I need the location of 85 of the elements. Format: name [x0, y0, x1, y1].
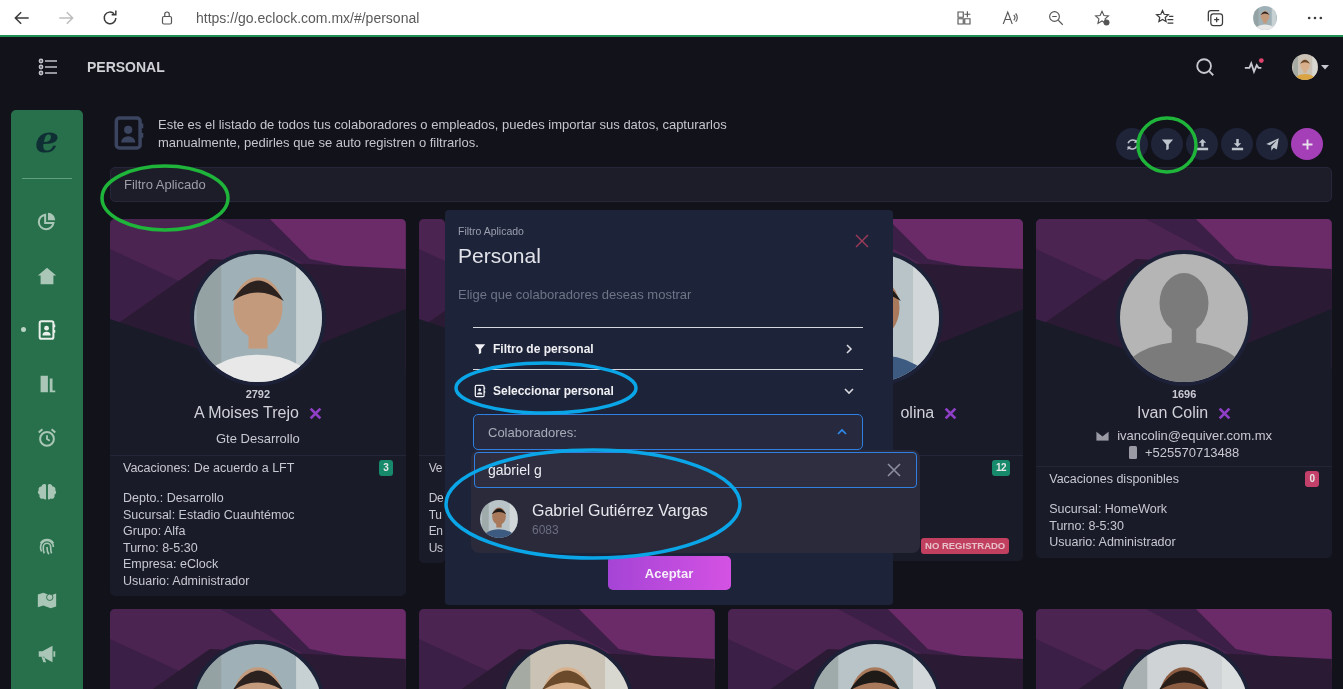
detail-line: En	[428, 523, 443, 540]
collections-icon[interactable]	[1205, 7, 1225, 28]
pie-chart-icon	[36, 211, 58, 233]
clear-icon[interactable]	[887, 463, 901, 477]
contact-book-icon	[36, 319, 58, 341]
annotation-ellipse	[1136, 116, 1198, 174]
apps-icon[interactable]	[955, 8, 973, 27]
employee-name: A Moises Trejo	[193, 404, 299, 422]
employee-number: 1696	[1171, 388, 1197, 400]
user-menu-button[interactable]	[1292, 54, 1329, 80]
logo: e	[34, 120, 60, 158]
job-title: Gte Desarrollo	[215, 431, 300, 446]
detail-line: Usuario: Administrador	[123, 572, 250, 589]
upload-icon	[1194, 136, 1210, 152]
add-favorite-icon[interactable]	[1093, 8, 1111, 27]
accept-button[interactable]: Aceptar	[607, 556, 731, 590]
cross-icon[interactable]	[944, 406, 958, 420]
vacation-text: Vacaciones: De acuerdo a LFT	[123, 461, 295, 475]
detail-line: Turno: 8-5:30	[1049, 517, 1124, 534]
dialog-subtitle: Elige que colaboradores deseas mostrar	[458, 286, 693, 304]
paper-plane-icon	[1264, 136, 1280, 152]
vacation-count-badge: 3	[379, 460, 393, 476]
cross-icon[interactable]	[308, 406, 322, 420]
vacation-text: Vacaciones disponibles	[1049, 472, 1179, 486]
alarm-clock-icon	[36, 427, 58, 449]
employee-name: Ivan Colin	[1137, 404, 1209, 422]
sidebar-item[interactable]	[36, 265, 58, 287]
vacation-count-badge: 0	[1305, 471, 1319, 487]
download-icon	[1229, 136, 1245, 152]
caret-icon	[1321, 63, 1329, 71]
employee-card[interactable]: Ve De Tu En Us	[418, 219, 445, 563]
detail-line: Tu	[428, 506, 442, 523]
url-text: https://go.eclock.com.mx/#/personal	[196, 9, 421, 26]
select-field[interactable]: Colaboradores:	[473, 414, 863, 450]
filter-label: Filtro Aplicado	[124, 177, 206, 192]
menu-icon[interactable]	[38, 57, 58, 77]
email-text: ivancolin@equiver.com.mx	[1117, 427, 1273, 444]
status-badge: NO REGISTRADO	[921, 538, 1010, 554]
accordion-header[interactable]: Filtro de personal	[473, 328, 863, 370]
detail-line: Depto.: Desarrollo	[123, 490, 224, 507]
filter-icon	[473, 341, 487, 356]
chevron-icon	[843, 342, 855, 355]
page-title: PERSONAL	[87, 59, 166, 75]
dialog-eyebrow: Filtro Aplicado	[458, 224, 525, 238]
accordion-header[interactable]: Seleccionar personal	[473, 370, 863, 412]
employee-card[interactable]: 2792 A Moises Trejo Gte Desarrollo Vacaciones: De acuerdo a LFT 3 Depto.: Desarrollo Sucursal: Estadio Cuauhtémoc Grupo: Alfa Turno: 8-5:30 Empresa: eClock Usuario: Administrador	[110, 219, 406, 596]
detail-line: Grupo: Alfa	[123, 523, 186, 540]
read-aloud-icon[interactable]	[1001, 8, 1019, 27]
vacation-count-badge: 12	[991, 460, 1011, 476]
filter-button[interactable]	[1151, 128, 1183, 160]
detail-line: Turno: 8-5:30	[123, 539, 198, 556]
option-number: 6083	[532, 522, 560, 538]
contact-book-icon	[473, 384, 487, 398]
cross-icon[interactable]	[1218, 406, 1232, 420]
sidebar-item[interactable]	[36, 427, 58, 449]
megaphone-icon	[36, 643, 58, 665]
add-button[interactable]	[1291, 128, 1323, 160]
option-name[interactable]: Gabriel Gutiérrez Vargas	[532, 500, 708, 522]
phone-icon	[1128, 446, 1137, 459]
envelope-icon	[1096, 430, 1110, 441]
phone-text: +525570713488	[1144, 444, 1240, 461]
sidebar-item[interactable]	[36, 211, 58, 233]
search-icon[interactable]	[1194, 56, 1216, 78]
active-dot	[21, 327, 26, 332]
employee-card[interactable]: 1696 Ivan Colin ivancolin@equiver.com.mx +525570713488 Vacaciones disponibles 0 Sucursal: HomeWork Turno: 8-5:30 Usuario: Administrador	[1036, 219, 1332, 558]
zoom-out-icon[interactable]	[1047, 8, 1065, 27]
detail-line: Sucursal: HomeWork	[1049, 501, 1168, 518]
employee-name: olina	[900, 404, 935, 422]
detail-line: De	[428, 490, 444, 507]
detail-line: Usuario: Administrador	[1049, 534, 1176, 551]
download-button[interactable]	[1221, 128, 1253, 160]
employee-number: 2792	[245, 388, 271, 400]
close-icon[interactable]	[855, 234, 869, 248]
house-icon	[36, 265, 58, 287]
send-button[interactable]	[1256, 128, 1288, 160]
intro-text: Este es el listado de todos tus colaboradores o empleados, puedes importar sus datos, capturarlos manualmente, pedirles que se auto registren o filtrarlos.	[158, 116, 728, 152]
detail-line: Us	[428, 539, 443, 556]
chevron-icon	[843, 385, 855, 397]
dialog-title: Personal	[458, 243, 542, 269]
detail-line: Sucursal: Estadio Cuauhtémoc	[123, 506, 295, 523]
detail-line: Empresa: eClock	[123, 556, 219, 573]
search-field[interactable]: gabriel g	[474, 452, 917, 488]
vacation-text: Ve	[428, 461, 442, 475]
sidebar-item[interactable]	[36, 319, 58, 341]
sidebar-item[interactable]	[36, 643, 58, 665]
